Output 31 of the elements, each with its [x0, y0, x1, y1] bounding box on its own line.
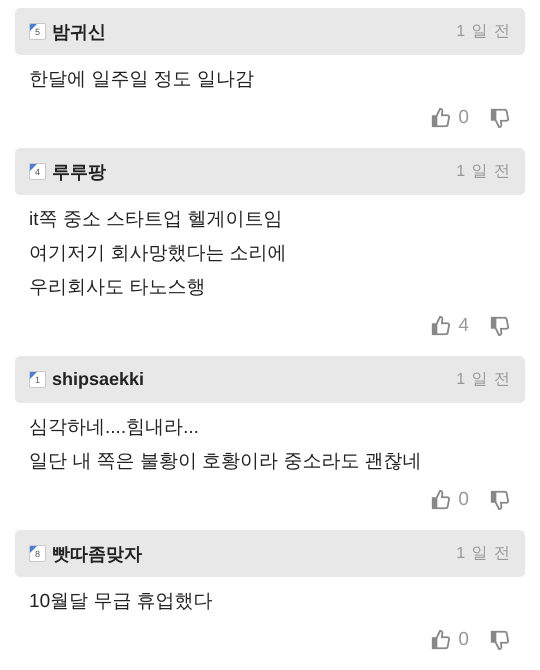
thumbs-down-icon[interactable] — [489, 629, 511, 651]
thumbs-up-icon[interactable] — [430, 315, 452, 337]
author-name: 밤귀신 — [52, 20, 106, 44]
thumbs-up-icon[interactable] — [430, 629, 452, 651]
author-name: 빳따좀맞자 — [52, 542, 142, 566]
comment-time: 1 일 전 — [456, 22, 511, 42]
comment-text: 10월달 무급 휴업했다 — [29, 590, 214, 614]
comment-text: 심각하네....힘내라... — [29, 416, 200, 440]
like-count: 4 — [458, 315, 469, 337]
author-name: shipsaekki — [52, 369, 144, 390]
level-badge: 8 — [29, 545, 46, 562]
thumbs-up-icon[interactable] — [430, 489, 452, 511]
comment-time: 1 일 전 — [456, 370, 511, 390]
comment-time: 1 일 전 — [456, 544, 511, 564]
thumbs-down-icon[interactable] — [489, 489, 511, 511]
author-name: 루루팡 — [52, 160, 106, 184]
comment-time: 1 일 전 — [456, 162, 511, 182]
comment-text: it쪽 중소 스타트업 헬게이트임 — [29, 208, 284, 232]
level-badge: 1 — [29, 371, 46, 388]
like-count: 0 — [458, 107, 469, 129]
comment-text: 우리회사도 타노스행 — [29, 276, 206, 300]
level-badge: 4 — [29, 163, 46, 180]
thumbs-down-icon[interactable] — [489, 315, 511, 337]
comment-text: 한달에 일주일 정도 일나감 — [29, 68, 255, 92]
thumbs-down-icon[interactable] — [489, 107, 511, 129]
comment-text: 여기저기 회사망했다는 소리에 — [29, 242, 288, 266]
thumbs-up-icon[interactable] — [430, 107, 452, 129]
like-count: 0 — [458, 629, 469, 651]
like-count: 0 — [458, 489, 469, 511]
level-badge: 5 — [29, 23, 46, 40]
comment-text: 일단 내 쪽은 불황이 호황이라 중소라도 괜찮네 — [29, 450, 423, 474]
